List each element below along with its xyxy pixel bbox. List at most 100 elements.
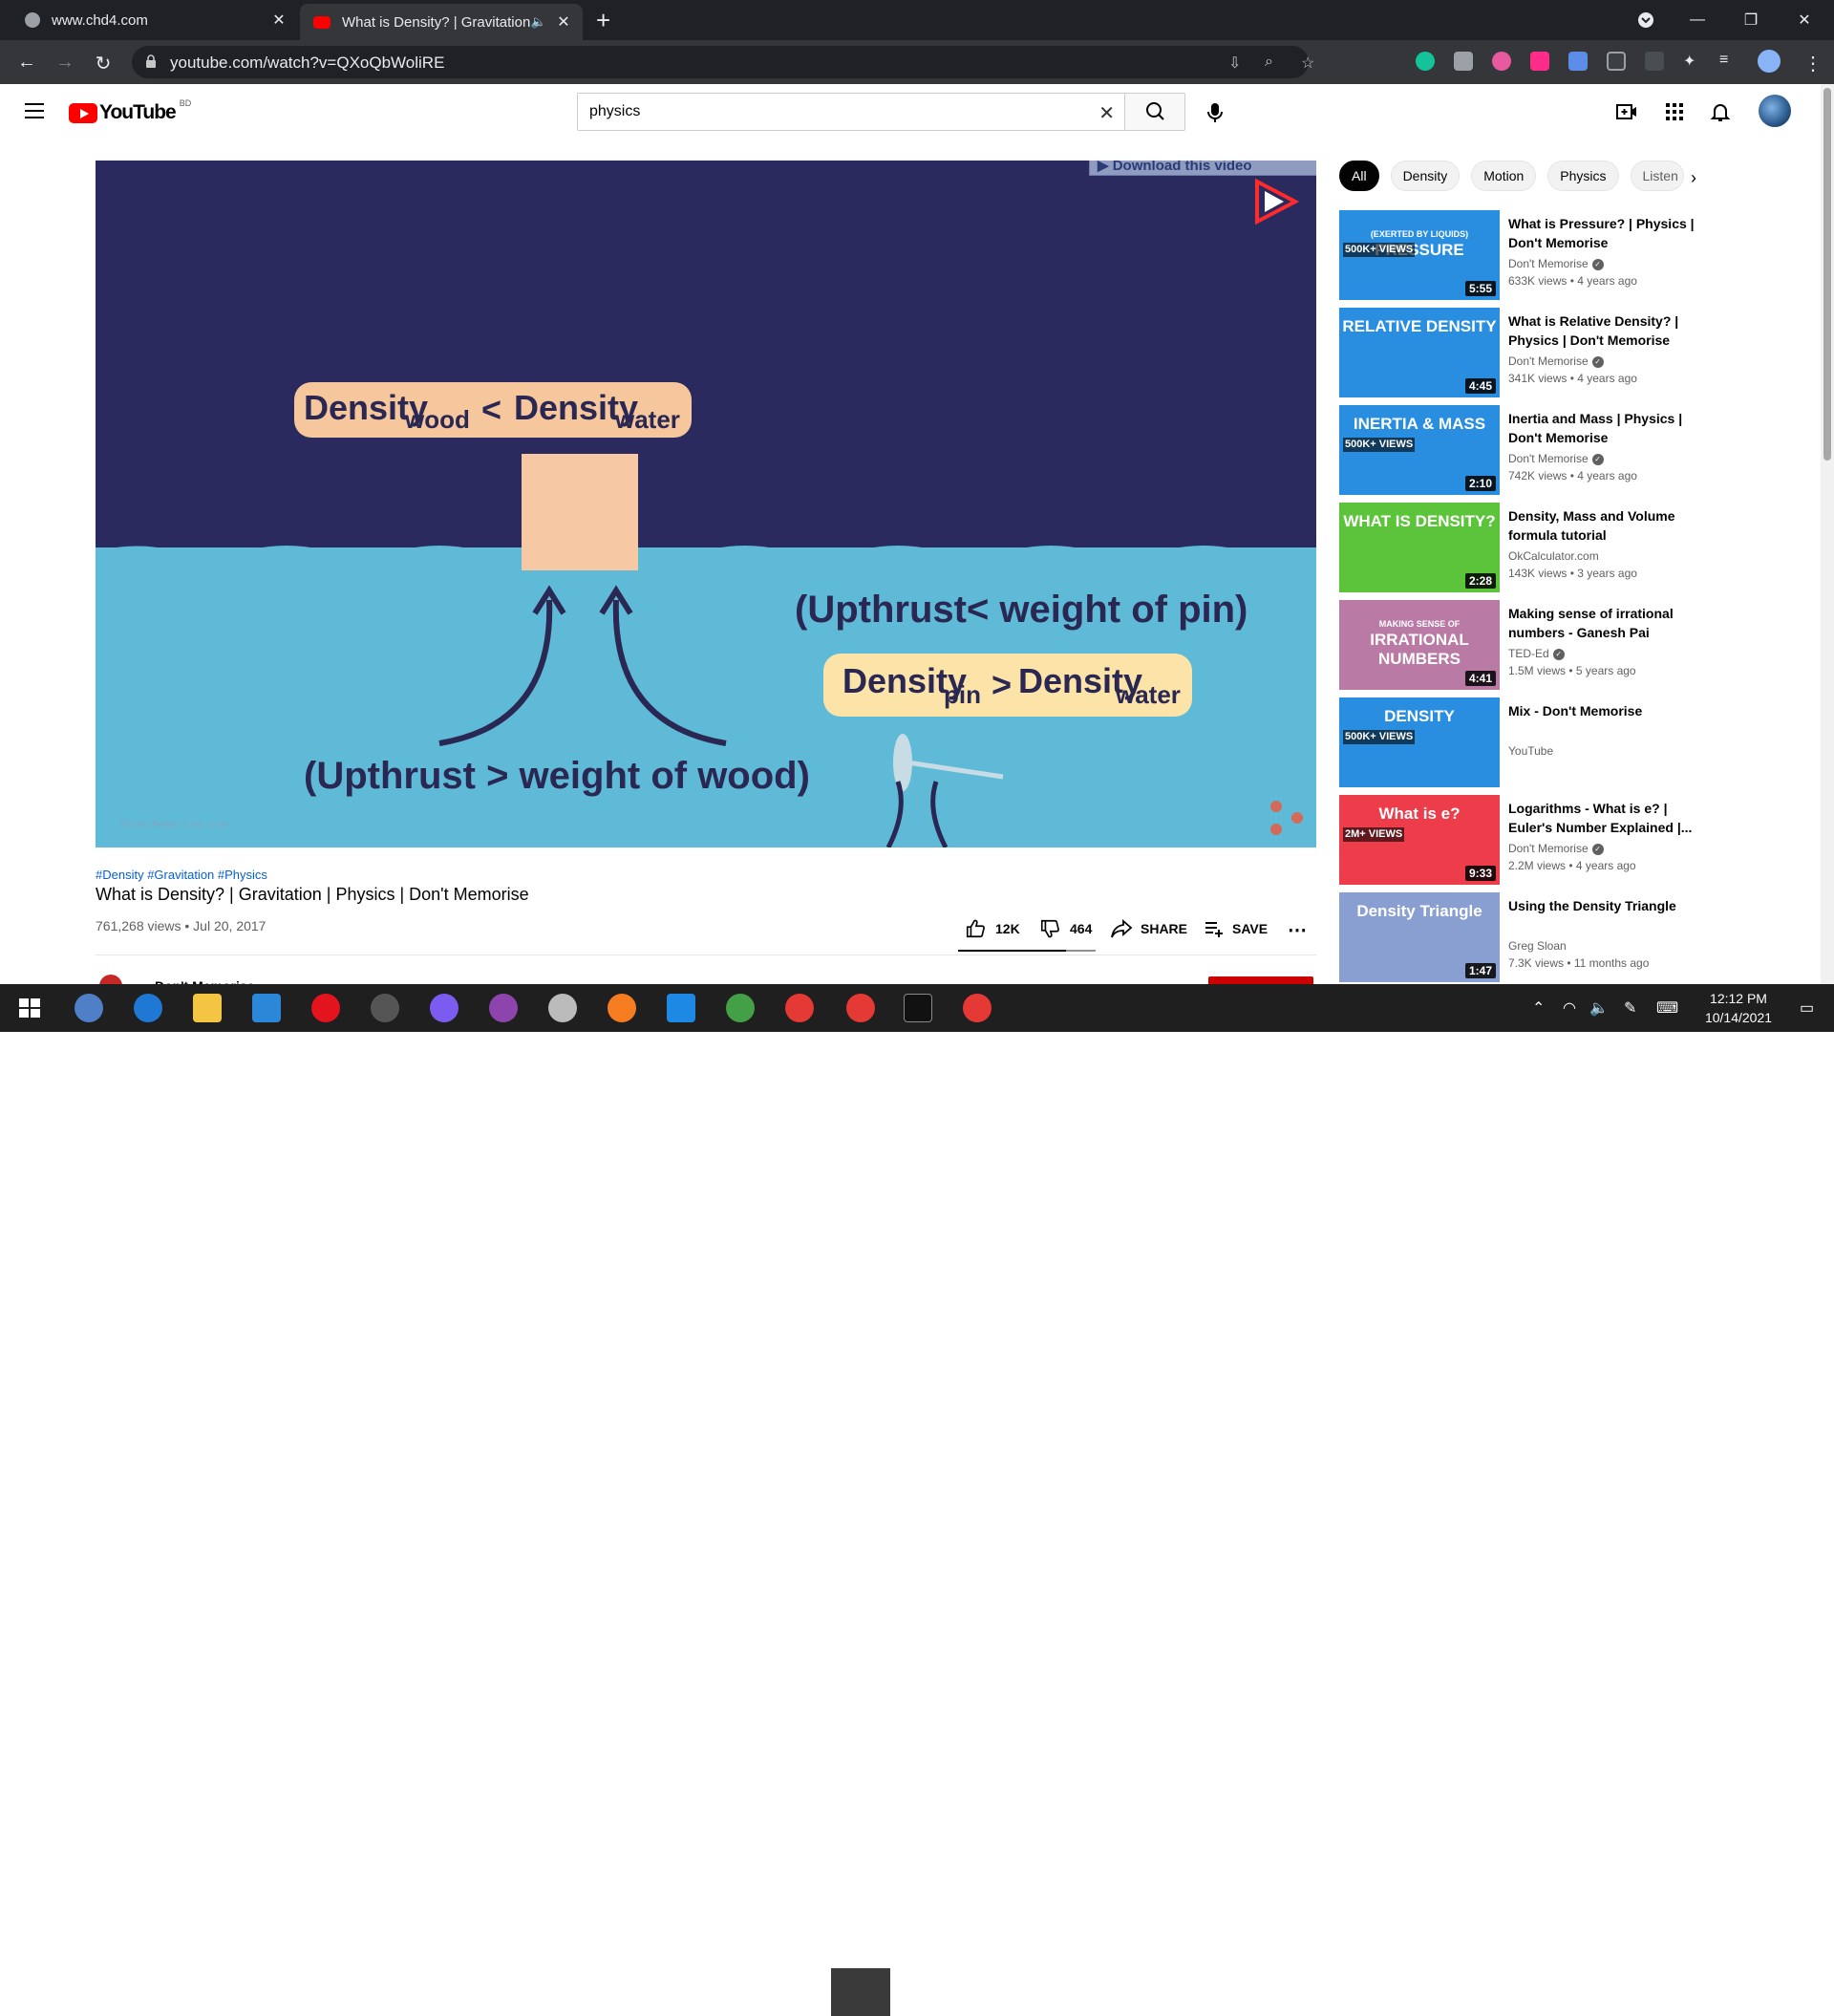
puzzle-extensions-icon[interactable]: ✦ [1683,52,1702,71]
app-icon[interactable] [371,994,399,1022]
address-bar[interactable]: youtube.com/watch?v=QXoQbWoliRE ⇩ ⌕ ☆ [132,46,1314,78]
recommendation-item[interactable]: What is e? 2M+ VIEWS 9:33 Logarithms - What… [1339,795,1721,887]
recommendation-channel[interactable]: Don't Memorise ✓ [1508,842,1604,855]
forward-button[interactable]: → [53,52,76,74]
recommendation-channel[interactable]: YouTube [1508,744,1553,758]
recommendation-title[interactable]: Density, Mass and Volume formula tutoria… [1508,506,1699,545]
keyboard-icon[interactable]: ⌨ [1656,998,1678,1018]
recommendation-item[interactable]: (EXERTED BY LIQUIDS) PRESSURE 500K+ VIEWS 5… [1339,210,1721,302]
recommendation-title[interactable]: Using the Density Triangle [1508,896,1699,915]
clear-search-icon[interactable]: ✕ [1098,101,1115,125]
app-icon[interactable] [548,994,577,1022]
github-desktop-icon[interactable] [489,994,518,1022]
chrome-icon[interactable] [846,994,875,1022]
grammarly-extension-icon[interactable] [1416,52,1435,71]
download-video-overlay[interactable]: ▶ Download this video [1089,161,1316,176]
recommendation-item[interactable]: DENSITY 500K+ VIEWS Mix - Don't Memorise Yo… [1339,697,1721,789]
recommendation-item[interactable]: INERTIA & MASS 500K+ VIEWS 2:10 Inertia and… [1339,405,1721,497]
video-thumbnail[interactable]: DENSITY 500K+ VIEWS [1339,697,1500,787]
video-thumbnail[interactable]: (EXERTED BY LIQUIDS) PRESSURE 500K+ VIEWS 5… [1339,210,1500,300]
close-window-button[interactable]: ✕ [1782,0,1826,40]
chrome-menu-icon[interactable]: ⋮ [1802,52,1824,75]
tab-youtube-video[interactable]: What is Density? | Gravitation 🔈 ✕ [300,4,583,40]
tab-search-icon[interactable] [1624,0,1668,40]
recommendation-channel[interactable]: Don't Memorise ✓ [1508,452,1604,465]
video-thumbnail[interactable]: What is e? 2M+ VIEWS 9:33 [1339,795,1500,885]
recommendation-item[interactable]: MAKING SENSE OF IRRATIONAL NUMBERS 4:41 Mak… [1339,600,1721,692]
install-icon[interactable]: ⇩ [1228,54,1241,73]
like-button[interactable]: 12K [965,918,1020,939]
recommendation-channel[interactable]: Don't Memorise ✓ [1508,257,1604,270]
edge-browser-icon[interactable] [134,994,162,1022]
qb-app-icon[interactable] [75,994,103,1022]
windows-start-icon[interactable] [15,994,44,1022]
hamburger-menu-icon[interactable] [25,103,44,118]
dislike-button[interactable]: 464 [1039,918,1092,939]
opera-browser-icon[interactable] [311,994,340,1022]
chip-all[interactable]: All [1339,161,1379,191]
recommendation-title[interactable]: What is Pressure? | Physics | Don't Memo… [1508,214,1699,252]
recommendation-item[interactable]: WHAT IS DENSITY? 2:28 Density, Mass and Vo… [1339,503,1721,594]
close-tab-icon[interactable]: ✕ [267,11,290,30]
wifi-icon[interactable]: ◠ [1563,998,1576,1018]
extension-icon[interactable] [1607,52,1626,71]
account-avatar[interactable] [1759,95,1791,127]
recommendation-channel[interactable]: Greg Sloan [1508,939,1567,953]
video-thumbnail[interactable]: Density Triangle 1:47 [1339,892,1500,982]
youtube-logo[interactable]: YouTube BD [69,98,191,124]
chip-listen[interactable]: Listen [1630,161,1684,191]
minimize-button[interactable]: — [1675,0,1719,40]
search-box[interactable]: ✕ [577,93,1125,131]
chip-density[interactable]: Density [1390,161,1461,191]
recommendation-title[interactable]: What is Relative Density? | Physics | Do… [1508,311,1699,350]
recommendation-title[interactable]: Mix - Don't Memorise [1508,701,1699,720]
apps-grid-icon[interactable] [1663,100,1686,123]
chrome-icon[interactable] [963,994,992,1022]
terminal-icon[interactable] [904,994,932,1022]
chevron-right-icon[interactable]: › [1691,168,1696,188]
extension-icon[interactable] [1492,52,1511,71]
chip-motion[interactable]: Motion [1471,161,1537,191]
recommendation-channel[interactable]: Don't Memorise ✓ [1508,354,1604,368]
bookmark-star-icon[interactable]: ☆ [1301,54,1314,73]
pen-workspace-icon[interactable]: ✎ [1624,998,1636,1018]
scrollbar-thumb[interactable] [1823,88,1831,461]
camera-extension-icon[interactable] [1454,52,1473,71]
file-explorer-icon[interactable] [193,994,222,1022]
profile-avatar[interactable] [1758,50,1781,73]
voice-search-button[interactable] [1200,97,1230,127]
volume-icon[interactable]: 🔈 [1589,998,1609,1018]
pen-extension-icon[interactable] [1645,52,1664,71]
video-hashtags[interactable]: #Density #Gravitation #Physics [96,868,267,882]
video-thumbnail[interactable]: WHAT IS DENSITY? 2:28 [1339,503,1500,592]
show-hidden-icons-chevron-icon[interactable]: ⌃ [1532,998,1545,1018]
recommendation-item[interactable]: RELATIVE DENSITY 4:45 What is Relative Den… [1339,308,1721,399]
app-icon[interactable] [726,994,755,1022]
channel-avatar[interactable] [99,975,122,984]
video-thumbnail[interactable]: RELATIVE DENSITY 4:45 [1339,308,1500,397]
save-button[interactable]: SAVE [1204,918,1268,939]
messenger-icon[interactable] [430,994,458,1022]
chrome-icon[interactable] [785,994,814,1022]
download-extension-icon[interactable] [1568,52,1588,71]
mail-icon[interactable] [252,994,281,1022]
notifications-icon[interactable]: ▭ [1800,998,1814,1018]
video-player[interactable]: ▶ Download this video Density wood < Den… [96,161,1316,847]
video-thumbnail[interactable]: MAKING SENSE OF IRRATIONAL NUMBERS 4:41 [1339,600,1500,690]
recommendation-item[interactable]: Density Triangle 1:47 Using the Density Tr… [1339,892,1721,984]
media-control-icon[interactable]: ≡ [1719,52,1738,71]
notifications-bell-icon[interactable] [1709,100,1732,123]
share-button[interactable]: SHARE [1110,918,1187,939]
zoom-icon[interactable]: ⌕ [1265,54,1273,71]
recommendation-title[interactable]: Logarithms - What is e? | Euler's Number… [1508,799,1699,837]
back-button[interactable]: ← [15,52,38,74]
play-extension-icon[interactable] [1530,52,1549,71]
speaker-icon[interactable]: 🔈 [531,14,546,30]
firefox-icon[interactable] [608,994,636,1022]
vscode-icon[interactable] [667,994,695,1022]
tab-chd4[interactable]: www.chd4.com ✕ [11,0,298,40]
recommendation-title[interactable]: Inertia and Mass | Physics | Don't Memor… [1508,409,1699,447]
reload-button[interactable]: ↻ [92,52,115,75]
recommendation-channel[interactable]: TED-Ed ✓ [1508,647,1565,660]
create-video-icon[interactable] [1615,100,1638,123]
